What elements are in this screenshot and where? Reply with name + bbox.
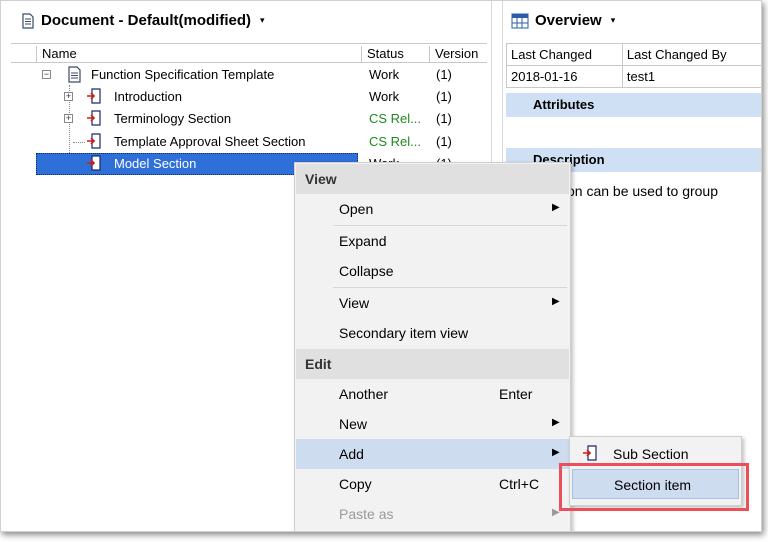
submenu-arrow-icon: ▶ bbox=[552, 296, 560, 307]
tree-row-version: (1) bbox=[436, 67, 452, 82]
menu-item-paste-as: Paste as ▶ bbox=[296, 499, 569, 529]
section-icon bbox=[87, 133, 101, 149]
menu-item-secondary-view[interactable]: Secondary item view bbox=[296, 318, 569, 348]
menu-item-label: Expand bbox=[339, 233, 387, 249]
highlight-annotation-box bbox=[559, 463, 749, 511]
table-row: Last Changed Last Changed By bbox=[506, 43, 761, 66]
menu-item-label: Another bbox=[339, 386, 389, 402]
table-row: 2018-01-16 test1 bbox=[506, 65, 761, 88]
menu-group-label: Edit bbox=[305, 356, 332, 372]
tree-row[interactable]: + Terminology Section CS Rel... (1) bbox=[11, 108, 487, 130]
column-header-version[interactable]: Version bbox=[429, 46, 487, 63]
tree-row-label: Template Approval Sheet Section bbox=[114, 134, 306, 149]
menu-group-label: View bbox=[305, 171, 337, 187]
table-header-cell: Last Changed bbox=[506, 43, 623, 66]
tree-row[interactable]: − Function Specification Template Work (… bbox=[11, 64, 487, 86]
tree-row-status: CS Rel... bbox=[369, 134, 422, 149]
grid-table-icon bbox=[511, 13, 529, 28]
menu-item-shortcut: Enter bbox=[499, 386, 533, 402]
section-icon bbox=[87, 155, 101, 171]
application-window: Document - Default(modified) ▾ Overview … bbox=[0, 0, 762, 532]
section-icon bbox=[87, 88, 101, 104]
tree-row[interactable]: + Introduction Work (1) bbox=[11, 86, 487, 108]
overview-title-button[interactable]: Overview ▾ bbox=[511, 12, 615, 29]
menu-item-open[interactable]: Open ▶ bbox=[296, 194, 569, 224]
tree-row-status: CS Rel... bbox=[369, 111, 422, 126]
document-title-button[interactable]: Document - Default(modified) ▾ bbox=[21, 12, 265, 29]
menu-item-label: Secondary item view bbox=[339, 325, 469, 341]
table-header-cell: Last Changed By bbox=[621, 43, 761, 66]
expand-icon[interactable]: + bbox=[64, 114, 73, 123]
tree-row-status: Work bbox=[369, 89, 400, 104]
tree-row-status: Work bbox=[369, 67, 400, 82]
column-header-status[interactable]: Status bbox=[361, 46, 429, 63]
menu-item-label: New bbox=[339, 416, 368, 432]
overview-table: Last Changed Last Changed By 2018-01-16 … bbox=[506, 43, 761, 88]
tree-row-version: (1) bbox=[436, 89, 452, 104]
menu-item-new[interactable]: New ▶ bbox=[296, 409, 569, 439]
menu-item-collapse[interactable]: Collapse bbox=[296, 256, 569, 286]
menu-item-label: Copy bbox=[339, 476, 372, 492]
tree-row[interactable]: Template Approval Sheet Section CS Rel..… bbox=[11, 131, 487, 153]
table-cell: 2018-01-16 bbox=[506, 65, 623, 88]
context-menu: View Open ▶ Expand Collapse View ▶ Seconda… bbox=[294, 162, 571, 531]
menu-item-label: Open bbox=[339, 201, 374, 217]
chevron-down-icon: ▾ bbox=[260, 15, 265, 25]
tree-header: Name Status Version bbox=[11, 43, 487, 63]
section-icon bbox=[87, 110, 101, 126]
menu-group-header-edit: Edit bbox=[296, 349, 569, 379]
description-text: ction can be used to group bbox=[553, 183, 719, 199]
menu-item-view[interactable]: View ▶ bbox=[296, 288, 569, 318]
submenu-arrow-icon: ▶ bbox=[552, 202, 560, 213]
tree-row-label: Model Section bbox=[114, 156, 197, 171]
table-cell: test1 bbox=[621, 65, 761, 88]
tree-row-label: Function Specification Template bbox=[91, 67, 275, 82]
submenu-arrow-icon: ▶ bbox=[552, 417, 560, 428]
tree-row-version: (1) bbox=[436, 111, 452, 126]
document-title: Document - Default(modified) bbox=[41, 12, 251, 29]
collapse-icon[interactable]: − bbox=[42, 70, 51, 79]
overview-title: Overview bbox=[535, 12, 602, 29]
menu-group-header-view: View bbox=[296, 164, 569, 194]
menu-item-expand[interactable]: Expand bbox=[296, 226, 569, 256]
submenu-item-label: Sub Section bbox=[613, 446, 689, 462]
menu-item-another[interactable]: Another Enter bbox=[296, 379, 569, 409]
tree-row-label: Terminology Section bbox=[114, 111, 232, 126]
expand-icon[interactable]: + bbox=[64, 92, 73, 101]
menu-item-add[interactable]: Add ▶ bbox=[296, 439, 569, 469]
document-icon bbox=[68, 66, 81, 83]
menu-item-label: Add bbox=[339, 446, 364, 462]
document-icon bbox=[22, 12, 34, 29]
menu-item-label: Paste as bbox=[339, 506, 394, 522]
tree-row-label: Introduction bbox=[114, 89, 182, 104]
menu-item-label: View bbox=[339, 295, 370, 311]
tree-row-version: (1) bbox=[436, 134, 452, 149]
submenu-arrow-icon: ▶ bbox=[552, 447, 560, 458]
menu-item-shortcut: Ctrl+C bbox=[499, 476, 540, 492]
column-header-name[interactable]: Name bbox=[36, 46, 361, 63]
section-icon bbox=[583, 445, 597, 461]
chevron-down-icon: ▾ bbox=[610, 15, 616, 25]
menu-item-copy[interactable]: Copy Ctrl+C bbox=[296, 469, 569, 499]
menu-item-label: Collapse bbox=[339, 263, 394, 279]
attributes-section-header[interactable]: Attributes bbox=[506, 93, 761, 117]
